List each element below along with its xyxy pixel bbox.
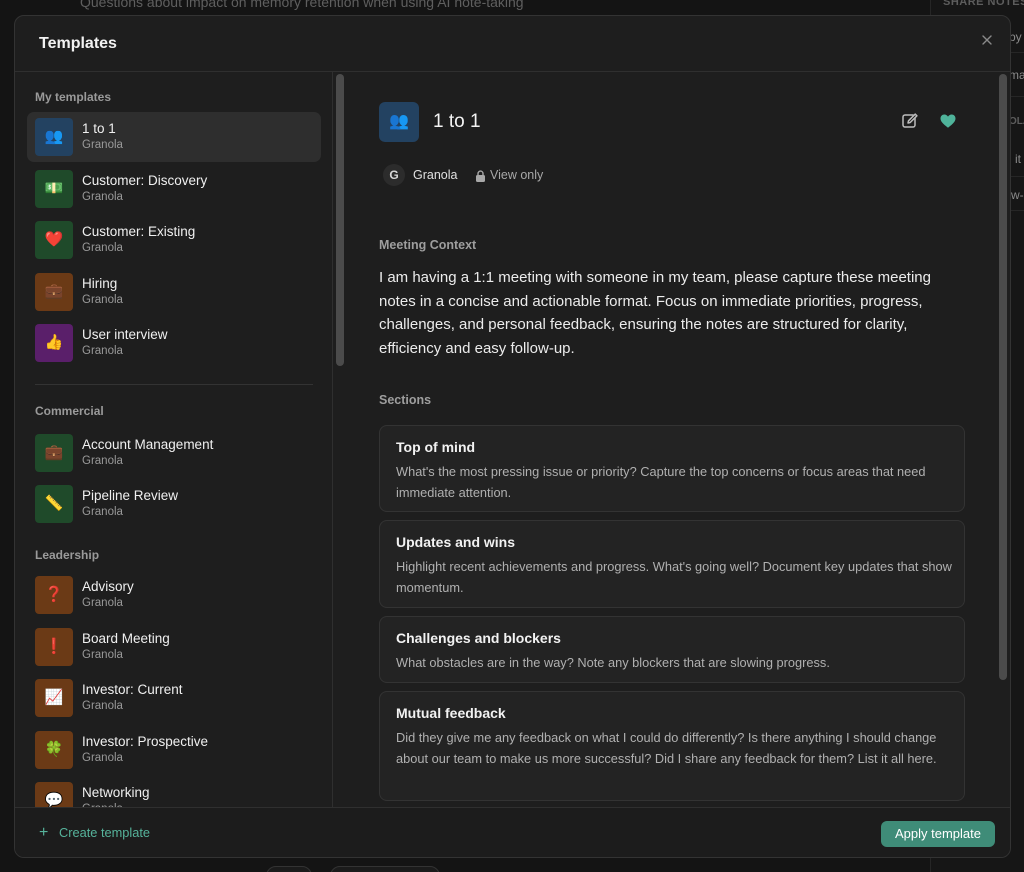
section-title: Mutual feedback bbox=[396, 705, 506, 721]
template-emoji-icon: ❓ bbox=[35, 576, 73, 614]
template-name: Board Meeting bbox=[82, 631, 170, 646]
template-owner: Granola bbox=[82, 294, 123, 306]
template-name: Pipeline Review bbox=[82, 488, 179, 503]
detail-scrollbar[interactable] bbox=[999, 74, 1007, 680]
create-template-button[interactable]: + Create template bbox=[39, 825, 150, 843]
modal-title: Templates bbox=[39, 35, 117, 52]
sidebar-template-item[interactable]: 💬NetworkingGranola bbox=[27, 776, 321, 807]
access-level: View only bbox=[490, 168, 544, 182]
heart-icon[interactable] bbox=[939, 112, 959, 132]
section-description: Did they give me any feedback on what I … bbox=[396, 730, 937, 766]
meeting-context-text: I am having a 1:1 meeting with someone i… bbox=[379, 269, 931, 357]
template-owner: Granola bbox=[82, 752, 123, 764]
template-name: Hiring bbox=[82, 276, 118, 291]
template-name: Investor: Prospective bbox=[82, 734, 209, 749]
template-emoji-icon: ❗ bbox=[35, 628, 73, 666]
template-emoji-icon: 👥 bbox=[35, 118, 73, 156]
background-text: it bbox=[1015, 152, 1021, 166]
section-description: What's the most pressing issue or priori… bbox=[396, 464, 926, 500]
templates-sidebar: My templates 👥 1 to 1 Granola 💵 Customer: Dis… bbox=[15, 72, 333, 807]
sidebar-template-item[interactable]: ❤️ Customer: Existing Granola bbox=[27, 215, 321, 265]
templates-modal: Templates My templates 👥 1 to 1 Granola 💵 Cus… bbox=[14, 15, 1011, 858]
sidebar-group-label: Leadership bbox=[35, 548, 100, 562]
template-name: Networking bbox=[82, 785, 150, 800]
modal-header: Templates bbox=[15, 16, 1010, 72]
template-emoji-icon: 📏 bbox=[35, 485, 73, 523]
template-owner: Granola bbox=[82, 139, 123, 151]
sidebar-template-item[interactable]: 👥 1 to 1 Granola bbox=[27, 112, 321, 162]
sidebar-template-item[interactable]: 🍀 Investor: Prospective Granola bbox=[27, 725, 321, 775]
section-card[interactable]: Top of mind What's the most pressing iss… bbox=[379, 425, 965, 512]
section-title: Top of mind bbox=[396, 439, 476, 455]
create-template-label: Create template bbox=[59, 825, 151, 840]
sidebar-template-item[interactable]: ❓ Advisory Granola bbox=[27, 570, 321, 620]
sidebar-template-item[interactable]: 💼 Hiring Granola bbox=[27, 267, 321, 317]
template-emoji-icon: 👍 bbox=[35, 324, 73, 362]
background-text: w- bbox=[1011, 188, 1024, 202]
sidebar-template-item[interactable]: 📏 Pipeline Review Granola bbox=[27, 479, 321, 529]
background-pill bbox=[330, 866, 440, 872]
template-name: Account Management bbox=[82, 437, 214, 452]
modal-footer: + Create template Apply template bbox=[15, 807, 1010, 857]
section-card[interactable]: Updates and wins Highlight recent achiev… bbox=[379, 520, 965, 608]
section-card[interactable]: Mutual feedback Did they give me any fee… bbox=[379, 691, 965, 801]
template-owner: Granola bbox=[82, 649, 123, 661]
section-title: Challenges and blockers bbox=[396, 630, 561, 646]
sidebar-template-item[interactable]: 💼 Account Management Granola bbox=[27, 428, 321, 478]
background-text: OLA bbox=[1009, 116, 1024, 127]
background-pill bbox=[266, 866, 312, 872]
sidebar-divider bbox=[35, 384, 313, 385]
background-text: ma bbox=[1009, 68, 1024, 82]
template-emoji-icon: ❤️ bbox=[35, 221, 73, 259]
apply-template-button[interactable]: Apply template bbox=[881, 821, 995, 847]
template-emoji-icon: 👥 bbox=[379, 102, 419, 142]
template-owner: Granola bbox=[82, 191, 123, 203]
meeting-context-label: Meeting Context bbox=[379, 238, 477, 252]
template-emoji-icon: 💵 bbox=[35, 170, 73, 208]
sidebar-group-label: My templates bbox=[35, 90, 112, 104]
template-owner: Granola bbox=[82, 455, 123, 467]
background-note-title: Questions about impact on memory retenti… bbox=[80, 0, 524, 10]
template-name: Customer: Discovery bbox=[82, 173, 208, 188]
template-name: Customer: Existing bbox=[82, 224, 196, 239]
owner-avatar: G bbox=[383, 164, 405, 186]
template-owner: Granola bbox=[82, 700, 123, 712]
sidebar-scrollbar[interactable] bbox=[336, 74, 344, 366]
lock-icon bbox=[475, 169, 486, 182]
sidebar-group-label: Commercial bbox=[35, 404, 104, 418]
section-description: Highlight recent achievements and progre… bbox=[396, 559, 952, 595]
template-owner: Granola bbox=[82, 597, 123, 609]
sidebar-template-item[interactable]: 👍 User interview Granola bbox=[27, 318, 321, 368]
template-name: 1 to 1 bbox=[82, 121, 116, 136]
template-emoji-icon: 💼 bbox=[35, 273, 73, 311]
template-emoji-icon: 💬 bbox=[35, 782, 73, 807]
template-name: Advisory bbox=[82, 579, 134, 594]
close-icon[interactable] bbox=[977, 30, 997, 50]
sidebar-template-item[interactable]: 📈 Investor: Current Granola bbox=[27, 673, 321, 723]
section-description: What obstacles are in the way? Note any … bbox=[396, 655, 830, 670]
sidebar-template-item[interactable]: 💵 Customer: Discovery Granola bbox=[27, 164, 321, 214]
sidebar-template-item[interactable]: ❗ Board Meeting Granola bbox=[27, 622, 321, 672]
sections-label: Sections bbox=[379, 393, 432, 407]
owner-name: Granola bbox=[413, 168, 458, 182]
template-owner: Granola bbox=[82, 242, 123, 254]
template-title: 1 to 1 bbox=[433, 111, 481, 132]
template-name: Investor: Current bbox=[82, 682, 183, 697]
template-owner: Granola bbox=[82, 345, 123, 357]
template-detail: 👥 1 to 1 G Granola View only Meeting Con… bbox=[347, 72, 997, 807]
section-card[interactable]: Challenges and blockers What obstacles a… bbox=[379, 616, 965, 683]
template-name: User interview bbox=[82, 327, 168, 342]
background-share-notes-label: SHARE NOTES bbox=[943, 0, 1024, 8]
template-emoji-icon: 💼 bbox=[35, 434, 73, 472]
template-owner: Granola bbox=[82, 506, 123, 518]
template-emoji-icon: 🍀 bbox=[35, 731, 73, 769]
edit-icon[interactable] bbox=[901, 112, 921, 132]
plus-icon: + bbox=[39, 824, 49, 841]
template-emoji-icon: 📈 bbox=[35, 679, 73, 717]
section-title: Updates and wins bbox=[396, 534, 516, 550]
